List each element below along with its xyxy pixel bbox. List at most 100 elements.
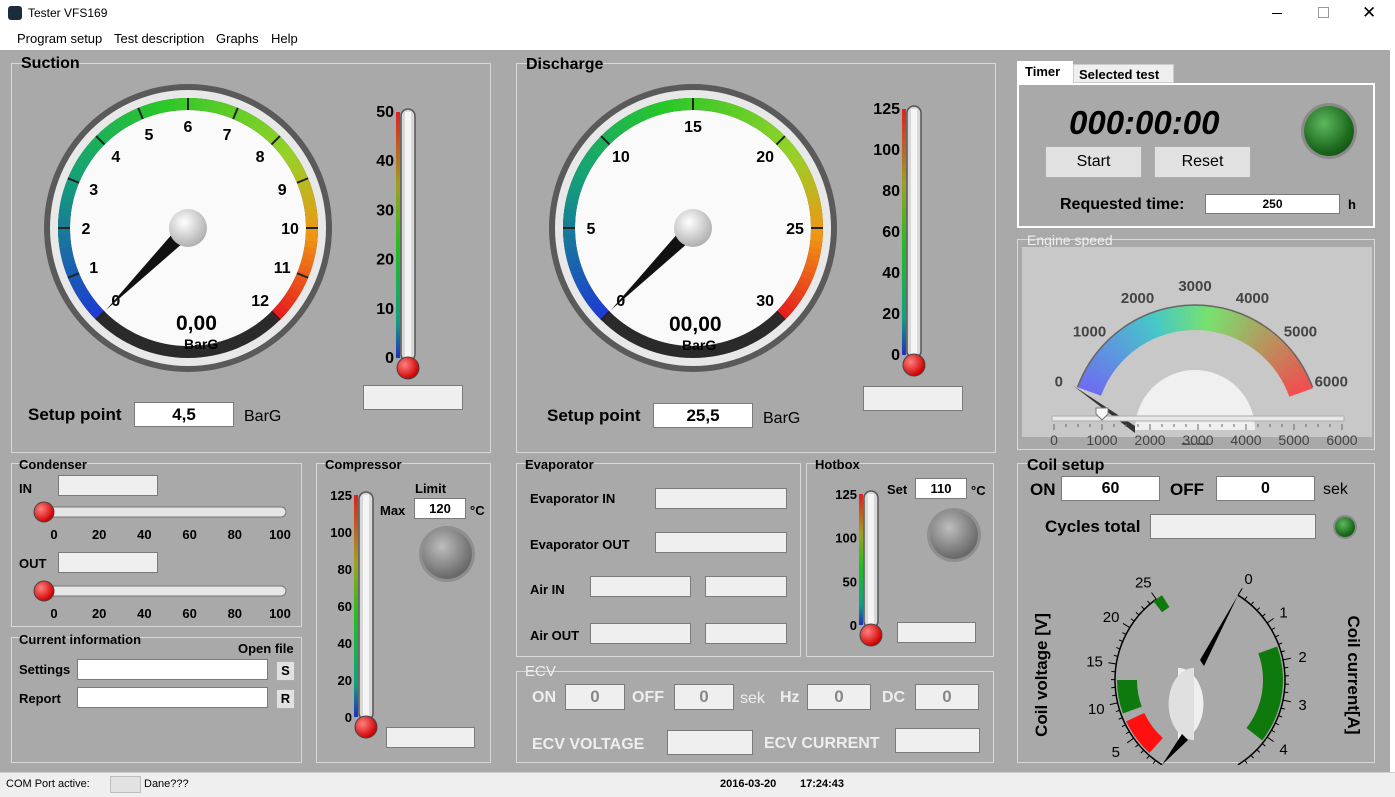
discharge-gauge-tick-label: 30 [756,293,774,310]
condenser-in-slider-label: 20 [92,527,106,542]
engine-tick-label: 6000 [1315,373,1348,390]
coil-voltage-tick [1131,619,1134,621]
condenser-in-slider-label: 60 [182,527,196,542]
suction-gauge-tick-label: 10 [281,221,299,238]
status-time: 17:24:43 [800,778,844,790]
coil-voltage-tick [1119,718,1123,720]
tab-timer[interactable]: Timer [1017,61,1073,83]
discharge-gauge-tick-label: 15 [684,119,702,136]
coil-current-tick [1245,597,1247,600]
compressor-thermo-tick-label: 60 [338,599,352,614]
settings-file-input[interactable] [77,659,268,680]
compressor-thermo-tick-label: 80 [338,562,352,577]
suction-gauge-tick-label: 6 [184,119,193,136]
coil-gauges: 0510152025012345Coil voltage [V]Coil cur… [1020,540,1375,765]
engine-speed-slider[interactable]: 0100020003000400050006000 [1040,405,1360,455]
condenser-out-slider-thumb [34,581,54,601]
evaporator-out-field [655,532,787,553]
requested-time-input[interactable]: 250 [1205,194,1340,214]
hotbox-thermo-tube-glass [868,494,874,625]
suction-thermo-tick-label: 30 [376,202,394,219]
suction-setup-label: Setup point [28,405,121,425]
report-label: Report [19,691,61,706]
hotbox-set-label: Set [887,482,907,497]
hotbox-thermo-tick-label: 100 [835,531,857,546]
coil-current-tick [1257,750,1260,753]
discharge-unit: BarG [682,337,716,353]
ecv-unit: sek [740,690,765,708]
suction-thermo-tick-label: 0 [385,350,394,367]
suction-gauge-tick-label: 1 [89,260,98,277]
report-open-button[interactable]: R [276,689,295,709]
suction-setup-input[interactable]: 4,5 [134,402,234,427]
coil-voltage-tick [1127,738,1134,743]
hotbox-thermometer: 125100500 [825,477,885,649]
coil-current-tick [1251,755,1254,758]
hotbox-temp-field [897,622,976,643]
hotbox-set-input[interactable]: 110 [915,478,967,499]
menu-help[interactable]: Help [271,31,298,46]
coil-current-tick [1251,602,1254,605]
suction-thermo-tick-label: 10 [376,301,394,318]
timer-display: 000:00:00 [1069,104,1219,142]
discharge-thermo-tick-label: 20 [882,306,900,323]
start-button[interactable]: Start [1045,146,1142,178]
suction-thermo-tick-label: 50 [376,104,394,121]
suction-gauge-needle-hub [169,209,207,247]
condenser-in-slider[interactable]: 020406080100 [30,498,300,543]
coil-current-tick [1275,635,1279,637]
menu-program-setup[interactable]: Program setup [17,31,102,46]
condenser-out-slider[interactable]: 020406080100 [30,577,300,622]
close-icon[interactable]: ✕ [1362,3,1376,23]
coil-voltage-tick [1147,601,1150,604]
cycles-total-field [1150,514,1316,539]
coil-current-needle [1200,595,1238,666]
coil-off-input[interactable]: 0 [1216,476,1315,501]
coil-voltage-tick [1122,633,1126,635]
report-file-input[interactable] [77,687,268,708]
condenser-in-slider-thumb [34,502,54,522]
tab-selected-test[interactable]: Selected test [1073,64,1174,83]
condenser-title: Condenser [19,457,87,472]
compressor-max-input[interactable]: 120 [414,498,466,519]
hotbox-thermo-tick-label: 0 [850,618,857,633]
discharge-temp-field [863,386,963,411]
com-port-indicator [110,776,141,793]
ecv-dc-label: DC [882,689,905,707]
menu-test-description[interactable]: Test description [114,31,204,46]
discharge-gauge-tick-label: 25 [786,221,804,238]
coil-voltage-red-band [1126,713,1163,753]
coil-voltage-needle [1162,734,1188,765]
discharge-thermometer: 125100806040200 [868,87,938,377]
coil-voltage-axis-label: Coil voltage [V] [1032,613,1051,737]
coil-current-tick [1271,730,1274,732]
cycles-total-label: Cycles total [1045,517,1140,537]
settings-open-button[interactable]: S [276,661,295,681]
menu-graphs[interactable]: Graphs [216,31,259,46]
compressor-thermo-tick-label: 40 [338,636,352,651]
discharge-setup-input[interactable]: 25,5 [653,403,753,428]
engine-slider-label: 2000 [1134,432,1165,448]
coil-voltage-tick [1108,663,1116,664]
minimize-icon[interactable] [1272,13,1282,14]
coil-voltage-label: 20 [1103,609,1120,626]
suction-thermo-tick-label: 40 [376,153,394,170]
coil-current-tick [1275,723,1279,725]
suction-value: 0,00 [176,312,217,336]
com-port-label: COM Port active: [6,778,90,790]
discharge-thermo-tick-label: 0 [891,347,900,364]
coil-current-tick [1262,744,1265,747]
evaporator-out-label: Evaporator OUT [530,537,630,552]
compressor-thermo-tick-label: 125 [330,488,352,503]
coil-voltage-tick [1135,744,1138,747]
discharge-thermo-tick-label: 40 [882,265,900,282]
maximize-icon[interactable] [1318,7,1329,18]
coil-current-tick [1278,643,1282,644]
coil-voltage-tick [1153,760,1155,763]
coil-current-tick [1283,700,1291,702]
coil-off-label: OFF [1170,480,1204,500]
coil-on-input[interactable]: 60 [1061,476,1160,501]
ecv-hz-label: Hz [780,689,800,707]
ecv-current-field [895,728,980,753]
reset-button[interactable]: Reset [1154,146,1251,178]
